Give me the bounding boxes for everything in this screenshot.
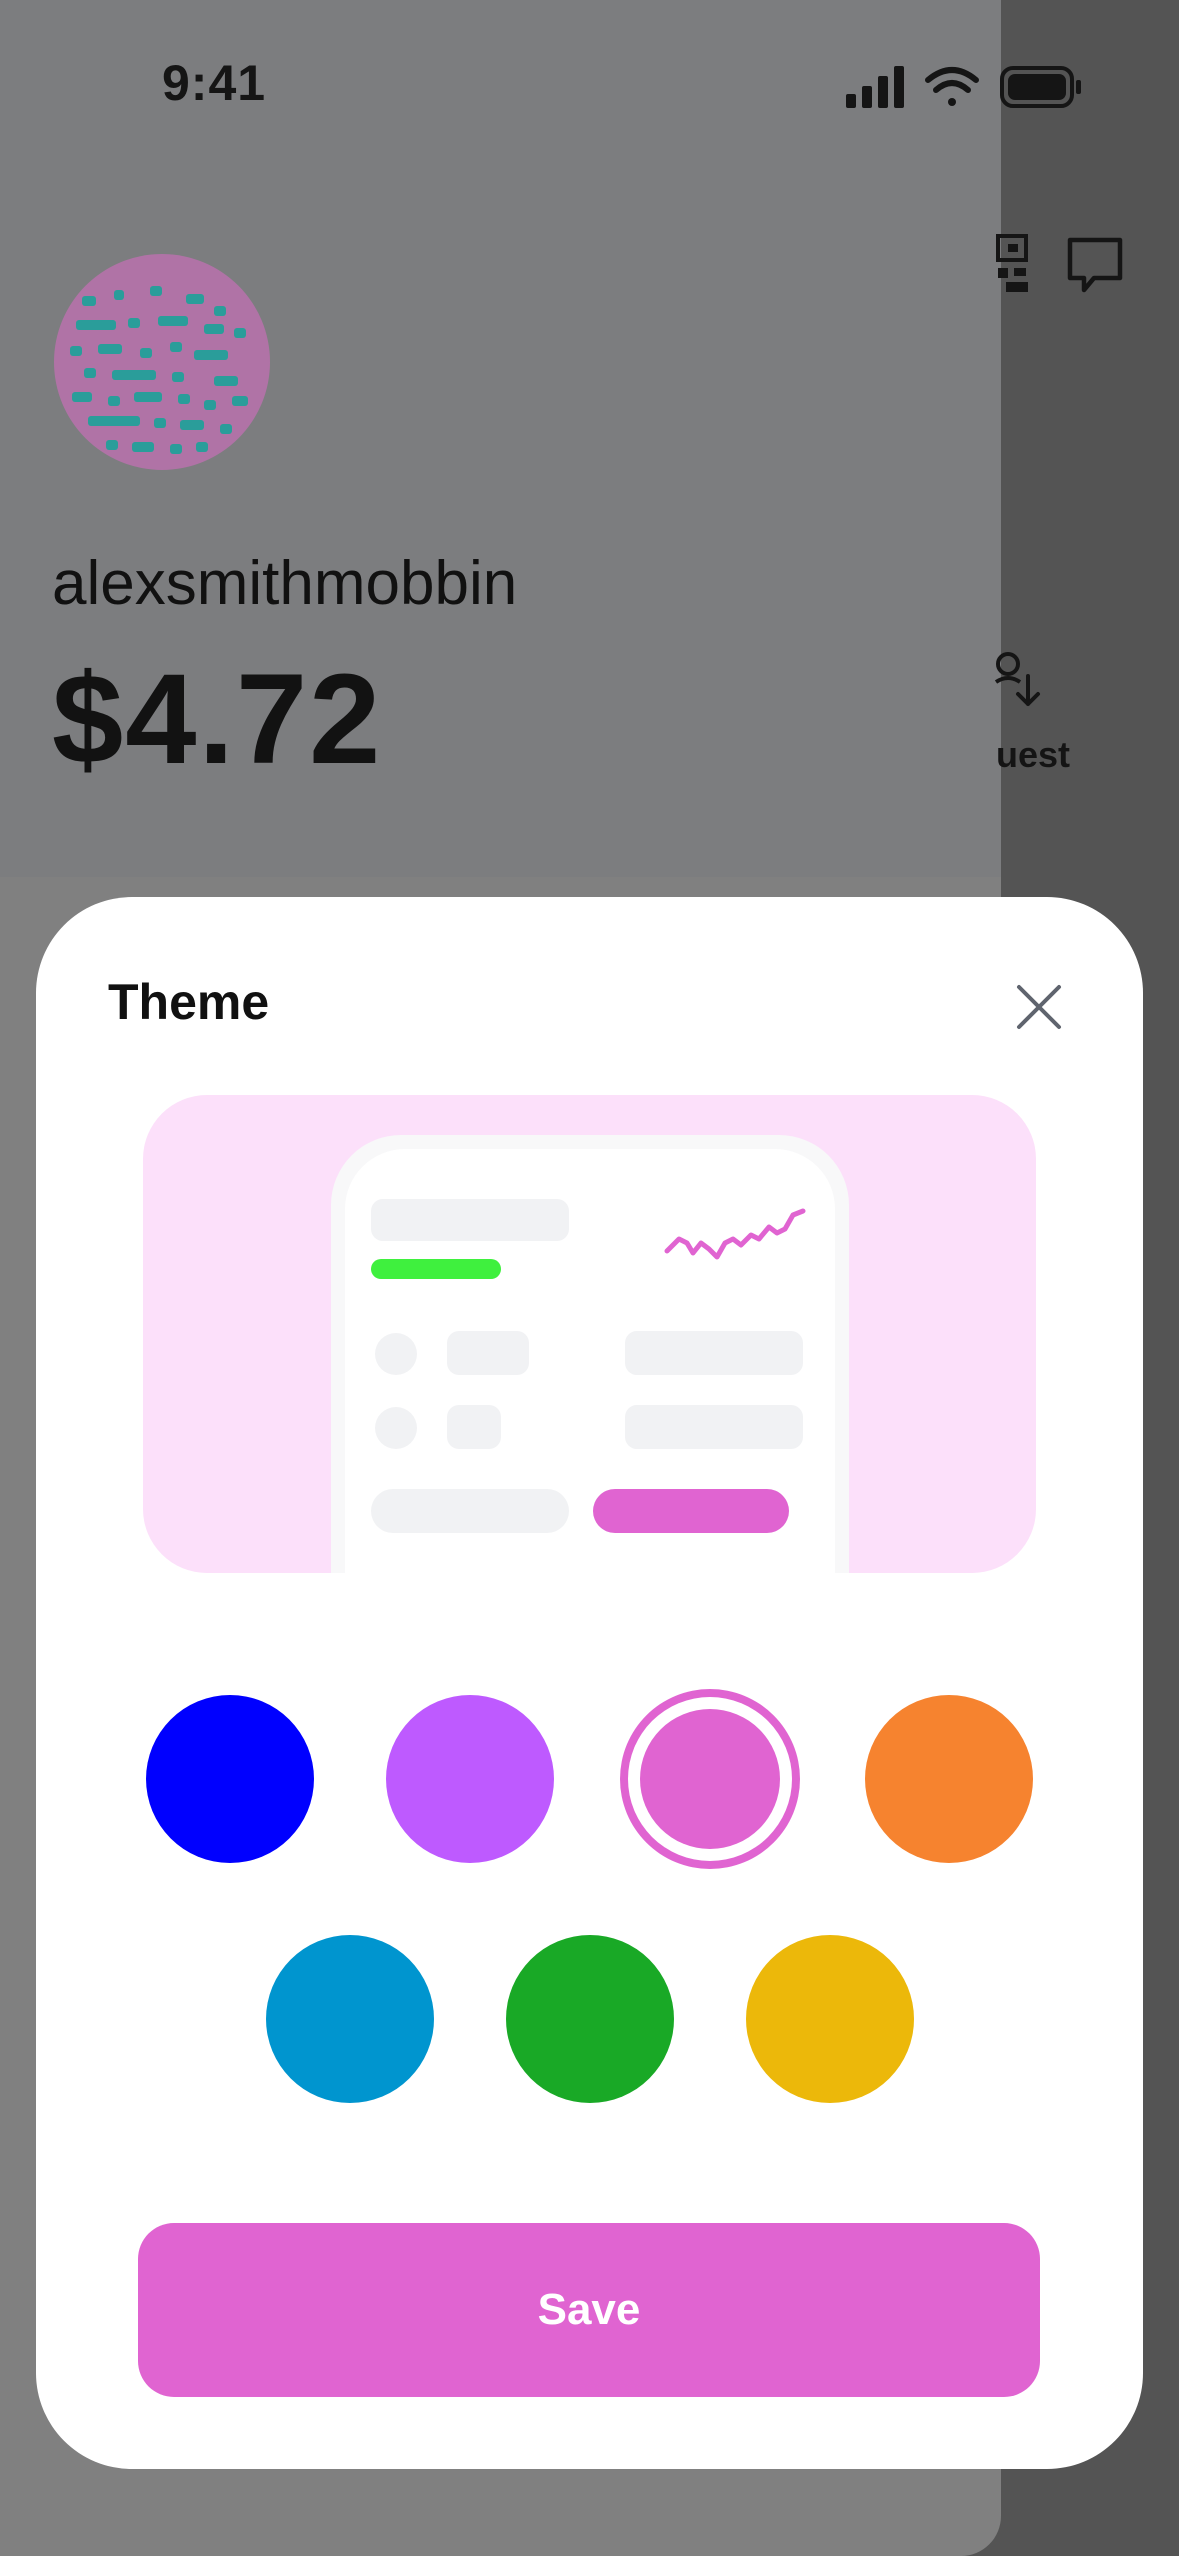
profile-username: alexsmithmobbin bbox=[52, 549, 518, 618]
theme-preview bbox=[143, 1095, 1036, 1573]
preview-accent-button bbox=[593, 1489, 789, 1533]
status-time: 9:41 bbox=[162, 55, 267, 111]
preview-highlight-bar bbox=[371, 1259, 501, 1279]
battery-icon bbox=[1000, 66, 1081, 108]
theme-sheet: Theme Save bbox=[36, 897, 1143, 2469]
avatar-pattern bbox=[70, 286, 248, 454]
preview-dot bbox=[375, 1407, 417, 1449]
preview-phone-frame bbox=[331, 1135, 849, 1573]
avatar[interactable] bbox=[54, 254, 270, 470]
sheet-title: Theme bbox=[108, 974, 270, 1030]
status-bar-icons bbox=[846, 66, 1081, 108]
preview-skeleton-bar bbox=[371, 1489, 569, 1533]
swatch-cyan[interactable] bbox=[266, 1935, 434, 2103]
request-arrow-icon[interactable] bbox=[994, 652, 1042, 710]
close-icon[interactable] bbox=[1011, 979, 1067, 1035]
preview-skeleton-bar bbox=[447, 1405, 501, 1449]
swatch-green[interactable] bbox=[506, 1935, 674, 2103]
preview-dot bbox=[375, 1333, 417, 1375]
swatch-yellow[interactable] bbox=[746, 1935, 914, 2103]
preview-sparkline bbox=[664, 1208, 806, 1260]
chat-icon[interactable] bbox=[1064, 234, 1126, 296]
preview-skeleton-bar bbox=[371, 1199, 569, 1241]
wifi-icon bbox=[925, 67, 979, 106]
profile-balance: $4.72 bbox=[52, 648, 383, 791]
signal-icon bbox=[846, 66, 904, 108]
swatch-orange[interactable] bbox=[865, 1695, 1033, 1863]
preview-skeleton-bar bbox=[625, 1331, 803, 1375]
swatch-pink[interactable] bbox=[640, 1709, 780, 1849]
swatch-purple[interactable] bbox=[386, 1695, 554, 1863]
swatch-blue[interactable] bbox=[146, 1695, 314, 1863]
qr-code-icon[interactable] bbox=[996, 234, 1030, 296]
preview-skeleton-bar bbox=[625, 1405, 803, 1449]
preview-skeleton-bar bbox=[447, 1331, 529, 1375]
save-button[interactable]: Save bbox=[138, 2223, 1040, 2397]
preview-phone-screen bbox=[345, 1149, 835, 1573]
request-label[interactable]: uest bbox=[996, 734, 1070, 776]
